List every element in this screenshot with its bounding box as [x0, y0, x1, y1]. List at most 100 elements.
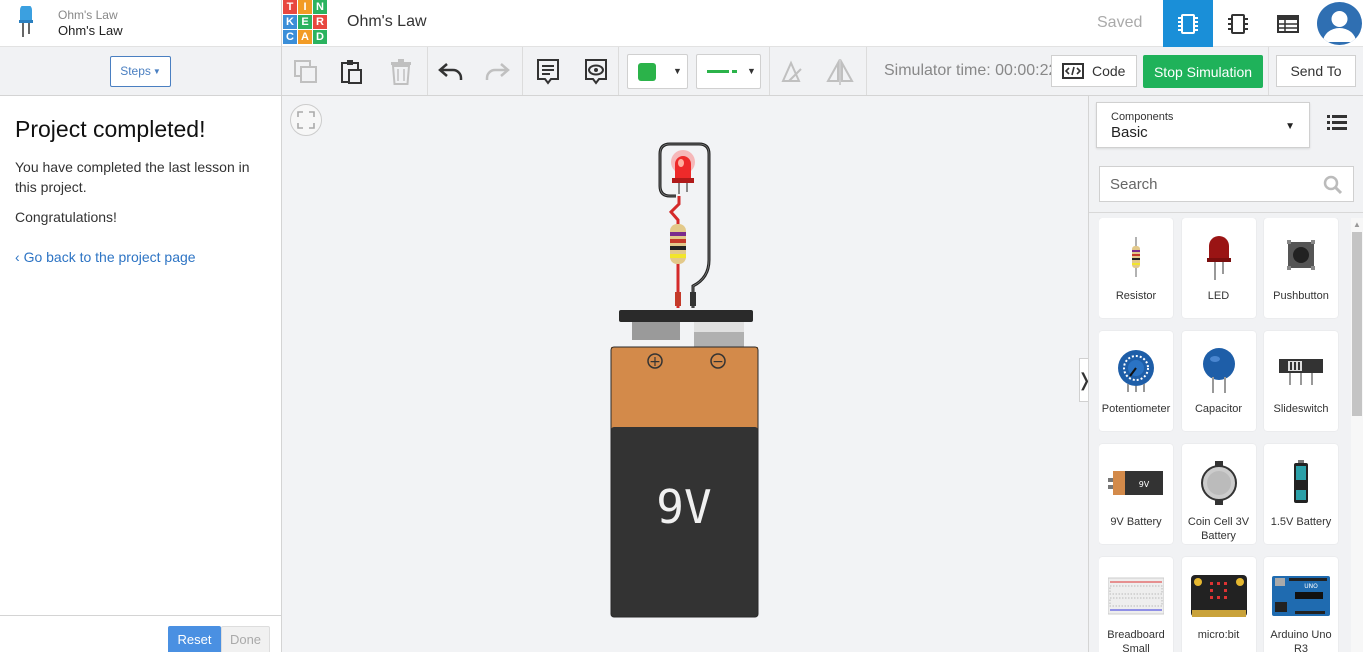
back-link-label: Go back to the project page [23, 249, 196, 265]
component-tile[interactable]: UNO Arduino Uno R3 [1264, 557, 1338, 652]
category-value: Basic [1111, 124, 1148, 141]
lesson-paragraph: Congratulations! [15, 209, 117, 225]
search-input[interactable] [1100, 167, 1310, 201]
simulator-time: Simulator time: 00:00:22 [884, 62, 1058, 79]
back-to-project-link[interactable]: ‹ Go back to the project page [15, 249, 266, 265]
redo-button[interactable] [482, 57, 512, 87]
battery-9v-icon: 9V [1099, 452, 1173, 514]
component-name: Breadboard Small [1107, 629, 1165, 652]
rotate-button[interactable] [777, 57, 807, 87]
component-tile[interactable]: Breadboard Small [1099, 557, 1173, 652]
component-tile[interactable]: Pushbutton [1264, 218, 1338, 318]
resistor-component[interactable] [670, 224, 686, 264]
paste-button[interactable] [337, 57, 367, 87]
lesson-content: Project completed! You have completed th… [0, 96, 281, 285]
caret-down-icon: ▼ [1285, 121, 1295, 132]
circuit[interactable]: + − 9V [282, 96, 1088, 652]
workplane-canvas[interactable]: + − 9V ❭ [282, 96, 1092, 652]
component-tile[interactable]: 9V 9V Battery [1099, 444, 1173, 544]
toolbar-divider [1268, 47, 1269, 95]
scrollbar-thumb[interactable] [1352, 232, 1362, 416]
tinkercad-logo[interactable]: TIN KER CAD [283, 0, 328, 45]
user-icon [1318, 2, 1361, 45]
steps-bar: Steps ▼ [0, 47, 281, 96]
wire-type-dropdown[interactable]: ▼ [696, 54, 761, 89]
led-icon [1182, 226, 1256, 288]
toolbar-divider [522, 47, 523, 95]
breadboard-icon [1099, 565, 1173, 627]
component-tile[interactable]: LED [1181, 218, 1256, 318]
list-view-button[interactable] [1327, 114, 1347, 135]
caret-down-icon: ▼ [152, 66, 161, 76]
chip-icon [1178, 13, 1198, 34]
potentiometer-icon [1099, 339, 1173, 401]
panel-divider [1089, 212, 1363, 213]
schematic-chip-icon [1228, 13, 1248, 34]
circuit-view-button[interactable] [1163, 0, 1213, 47]
components-scrollbar[interactable]: ▲ [1351, 218, 1363, 652]
component-name: micro:bit [1197, 629, 1240, 641]
components-grid: Resistor LED Pushbutton Potentiometer Capaci… [1099, 218, 1349, 652]
resistor-icon [1099, 226, 1173, 288]
led-lesson-icon [19, 6, 33, 37]
wire-color-dropdown[interactable]: ▼ [627, 54, 688, 89]
paste-icon [341, 60, 362, 84]
stop-simulation-button[interactable]: Stop Simulation [1143, 55, 1263, 88]
toolbar-divider [427, 47, 428, 95]
flip-button[interactable] [825, 57, 855, 87]
user-avatar[interactable] [1317, 2, 1362, 45]
capacitor-icon [1182, 339, 1256, 401]
component-tile[interactable]: Slideswitch [1264, 331, 1338, 431]
undo-button[interactable] [436, 57, 466, 87]
done-button[interactable]: Done [221, 626, 270, 652]
components-panel: Components Basic ▼ Resistor LED Pushbutton… [1088, 96, 1363, 652]
schematic-view-button[interactable] [1213, 0, 1263, 47]
led-component[interactable] [671, 150, 695, 194]
undo-icon [438, 63, 463, 80]
steps-dropdown-button[interactable]: Steps ▼ [110, 55, 171, 87]
send-to-button[interactable]: Send To [1276, 55, 1356, 87]
note-icon [537, 59, 559, 85]
caret-down-icon: ▼ [747, 66, 756, 76]
project-title[interactable]: Ohm's Law [347, 13, 427, 31]
lesson-footer: Reset Done [0, 615, 281, 652]
component-name: Coin Cell 3V Battery [1187, 516, 1250, 542]
component-tile[interactable]: micro:bit [1181, 557, 1256, 652]
search-icon[interactable] [1323, 175, 1343, 200]
battery-voltage-label: 9V [656, 480, 711, 534]
chevron-left-icon: ‹ [15, 249, 20, 265]
notes-button[interactable] [533, 57, 563, 87]
component-tile[interactable]: Coin Cell 3V Battery [1181, 444, 1256, 544]
component-tile[interactable]: Resistor [1099, 218, 1173, 318]
wire-type-end [732, 70, 737, 73]
component-tile[interactable]: 1.5V Battery [1264, 444, 1338, 544]
scroll-up-icon[interactable]: ▲ [1353, 220, 1361, 229]
tinkercad-app: Ohm's Law Ohm's Law Steps ▼ Project comp… [0, 0, 1363, 652]
toolbar-divider [769, 47, 770, 95]
component-name: 1.5V Battery [1270, 516, 1332, 528]
battery-plus-sign: + [649, 354, 661, 370]
redo-icon [485, 63, 510, 80]
component-name: Arduino Uno R3 [1270, 629, 1332, 652]
battery-9v[interactable] [610, 310, 759, 618]
copy-button[interactable] [291, 57, 321, 87]
component-name: Potentiometer [1101, 403, 1171, 415]
table-icon [1277, 14, 1299, 33]
code-button[interactable]: Code [1051, 55, 1137, 87]
rotate-icon [781, 60, 802, 82]
caret-down-icon: ▼ [673, 66, 682, 76]
delete-button[interactable] [386, 57, 416, 87]
lesson-parent-title[interactable]: Ohm's Law [58, 7, 123, 23]
toggle-notes-visibility-button[interactable] [581, 57, 611, 87]
reset-button[interactable]: Reset [168, 626, 221, 652]
component-tile[interactable]: Potentiometer [1099, 331, 1173, 431]
wire-type-icon [707, 70, 729, 73]
component-list-view-button[interactable] [1263, 0, 1313, 47]
component-name: LED [1207, 290, 1230, 302]
component-name: 9V Battery [1110, 516, 1162, 528]
top-header: TIN KER CAD Ohm's Law Saved [282, 0, 1363, 47]
component-tile[interactable]: Capacitor [1181, 331, 1256, 431]
logo-letter: K [283, 15, 297, 29]
components-category-select[interactable]: Components Basic ▼ [1096, 102, 1310, 148]
lesson-panel: Ohm's Law Ohm's Law Steps ▼ Project comp… [0, 0, 282, 652]
